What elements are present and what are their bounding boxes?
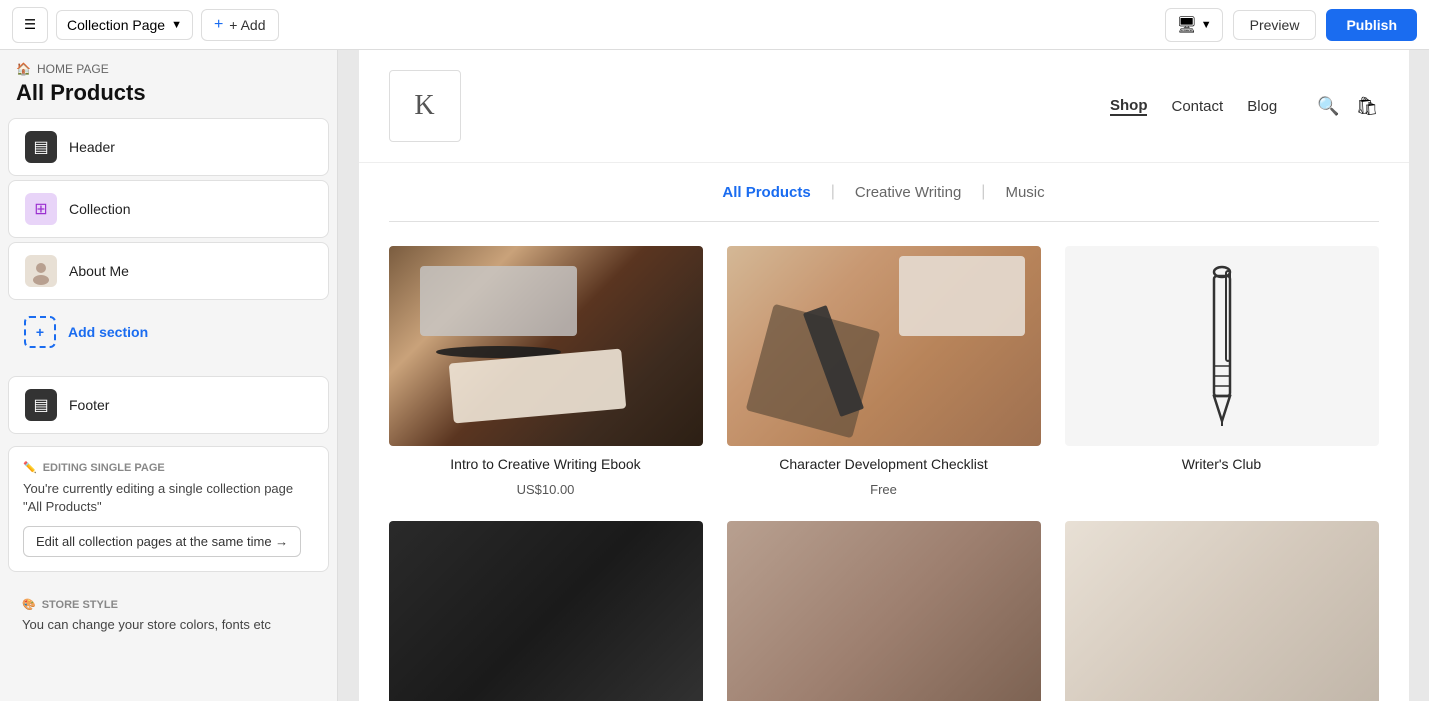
nav-icons: 🔍 🛍 xyxy=(1317,96,1378,117)
header-icon: ▤ xyxy=(25,131,57,163)
sidebar-item-collection[interactable]: ⊞ Collection xyxy=(8,180,329,238)
sidebar-item-about-me[interactable]: About Me xyxy=(8,242,329,300)
topbar-right: 🖥 ▼ Preview Publish xyxy=(1165,8,1417,42)
store-style-text: You can change your store colors, fonts … xyxy=(22,617,315,632)
product-card-4[interactable] xyxy=(389,521,703,701)
product-name-1: Intro to Creative Writing Ebook xyxy=(450,456,640,472)
add-section-icon: + xyxy=(24,316,56,348)
product-card-2[interactable]: Character Development Checklist Free xyxy=(727,246,1041,497)
site-logo: K xyxy=(389,70,461,142)
hamburger-button[interactable]: ☰ xyxy=(12,7,48,43)
search-icon[interactable]: 🔍 xyxy=(1317,96,1339,117)
chevron-down-icon: ▼ xyxy=(171,19,182,31)
add-button[interactable]: + + Add xyxy=(201,9,279,41)
edit-all-label: Edit all collection pages at the same ti… xyxy=(36,534,288,549)
canvas-inner: K Shop Contact Blog 🔍 🛍 All Products | C… xyxy=(359,50,1409,701)
main-layout: 🏠 HOME PAGE All Products ▤ Header ⊞ Coll… xyxy=(0,50,1429,701)
product-price-2: Free xyxy=(870,482,897,497)
home-icon: 🏠 xyxy=(16,62,31,76)
product-image-4 xyxy=(389,521,703,701)
logo-text: K xyxy=(414,90,434,122)
product-card-6[interactable] xyxy=(1065,521,1379,701)
editing-single-page-title: ✏️ EDITING SINGLE PAGE xyxy=(23,461,314,474)
palette-icon: 🎨 xyxy=(22,598,36,611)
page-selector[interactable]: Collection Page ▼ xyxy=(56,10,193,40)
monitor-icon: 🖥 xyxy=(1176,15,1196,35)
collection-label: Collection xyxy=(69,201,130,217)
breadcrumb: 🏠 HOME PAGE xyxy=(0,50,337,80)
page-title: All Products xyxy=(0,80,337,118)
nav-link-shop[interactable]: Shop xyxy=(1110,97,1148,116)
product-card-1[interactable]: Intro to Creative Writing Ebook US$10.00 xyxy=(389,246,703,497)
plus-icon: + xyxy=(214,16,223,34)
breadcrumb-label: HOME PAGE xyxy=(37,62,109,76)
cart-icon[interactable]: 🛍 xyxy=(1356,96,1379,117)
edit-all-collection-button[interactable]: Edit all collection pages at the same ti… xyxy=(23,526,301,557)
editing-single-page-text: You're currently editing a single collec… xyxy=(23,480,314,516)
product-card-3[interactable]: Writer's Club xyxy=(1065,246,1379,497)
topbar-left: ☰ Collection Page ▼ + + Add xyxy=(12,7,1157,43)
chevron-down-icon: ▼ xyxy=(1201,19,1212,31)
product-image-1 xyxy=(389,246,703,446)
canvas: K Shop Contact Blog 🔍 🛍 All Products | C… xyxy=(338,50,1429,701)
collection-tabs: All Products | Creative Writing | Music xyxy=(389,163,1379,222)
publish-button[interactable]: Publish xyxy=(1326,9,1417,41)
tab-creative-writing[interactable]: Creative Writing xyxy=(835,184,981,201)
about-me-label: About Me xyxy=(69,263,129,279)
preview-label: Preview xyxy=(1250,17,1300,33)
sidebar-store-style: 🎨 STORE STYLE You can change your store … xyxy=(8,584,329,646)
collection-icon: ⊞ xyxy=(25,193,57,225)
sidebar-sections: ▤ Header ⊞ Collection About Me + Add sec… xyxy=(0,118,337,360)
site-nav: Shop Contact Blog 🔍 🛍 xyxy=(1110,96,1379,117)
sidebar-item-header[interactable]: ▤ Header xyxy=(8,118,329,176)
edit-icon: ✏️ xyxy=(23,461,37,474)
product-price-1: US$10.00 xyxy=(517,482,575,497)
add-section-item[interactable]: + Add section xyxy=(8,304,329,360)
sidebar-divider xyxy=(0,360,337,376)
store-style-title: 🎨 STORE STYLE xyxy=(22,598,315,611)
nav-link-blog[interactable]: Blog xyxy=(1247,98,1277,115)
tab-music[interactable]: Music xyxy=(985,184,1064,201)
product-image-5 xyxy=(727,521,1041,701)
add-label: + Add xyxy=(229,17,265,33)
add-section-label: Add section xyxy=(68,324,148,340)
tab-all-products[interactable]: All Products xyxy=(702,184,830,201)
site-header: K Shop Contact Blog 🔍 🛍 xyxy=(359,50,1409,163)
product-name-2: Character Development Checklist xyxy=(779,456,988,472)
topbar: ☰ Collection Page ▼ + + Add 🖥 ▼ Preview … xyxy=(0,0,1429,50)
preview-button[interactable]: Preview xyxy=(1233,10,1317,40)
product-image-3 xyxy=(1065,246,1379,446)
product-name-3: Writer's Club xyxy=(1182,456,1261,472)
header-label: Header xyxy=(69,139,115,155)
product-card-5[interactable] xyxy=(727,521,1041,701)
device-selector[interactable]: 🖥 ▼ xyxy=(1165,8,1222,42)
publish-label: Publish xyxy=(1346,17,1397,33)
products-grid: Intro to Creative Writing Ebook US$10.00… xyxy=(359,222,1409,701)
hamburger-icon: ☰ xyxy=(24,17,36,33)
nav-link-contact[interactable]: Contact xyxy=(1171,98,1223,115)
page-selector-label: Collection Page xyxy=(67,17,165,33)
footer-label: Footer xyxy=(69,397,109,413)
footer-icon: ▤ xyxy=(25,389,57,421)
product-image-2 xyxy=(727,246,1041,446)
sidebar-item-footer[interactable]: ▤ Footer xyxy=(8,376,329,434)
sidebar: 🏠 HOME PAGE All Products ▤ Header ⊞ Coll… xyxy=(0,50,338,701)
product-image-6 xyxy=(1065,521,1379,701)
about-me-icon xyxy=(25,255,57,287)
sidebar-info: ✏️ EDITING SINGLE PAGE You're currently … xyxy=(8,446,329,572)
